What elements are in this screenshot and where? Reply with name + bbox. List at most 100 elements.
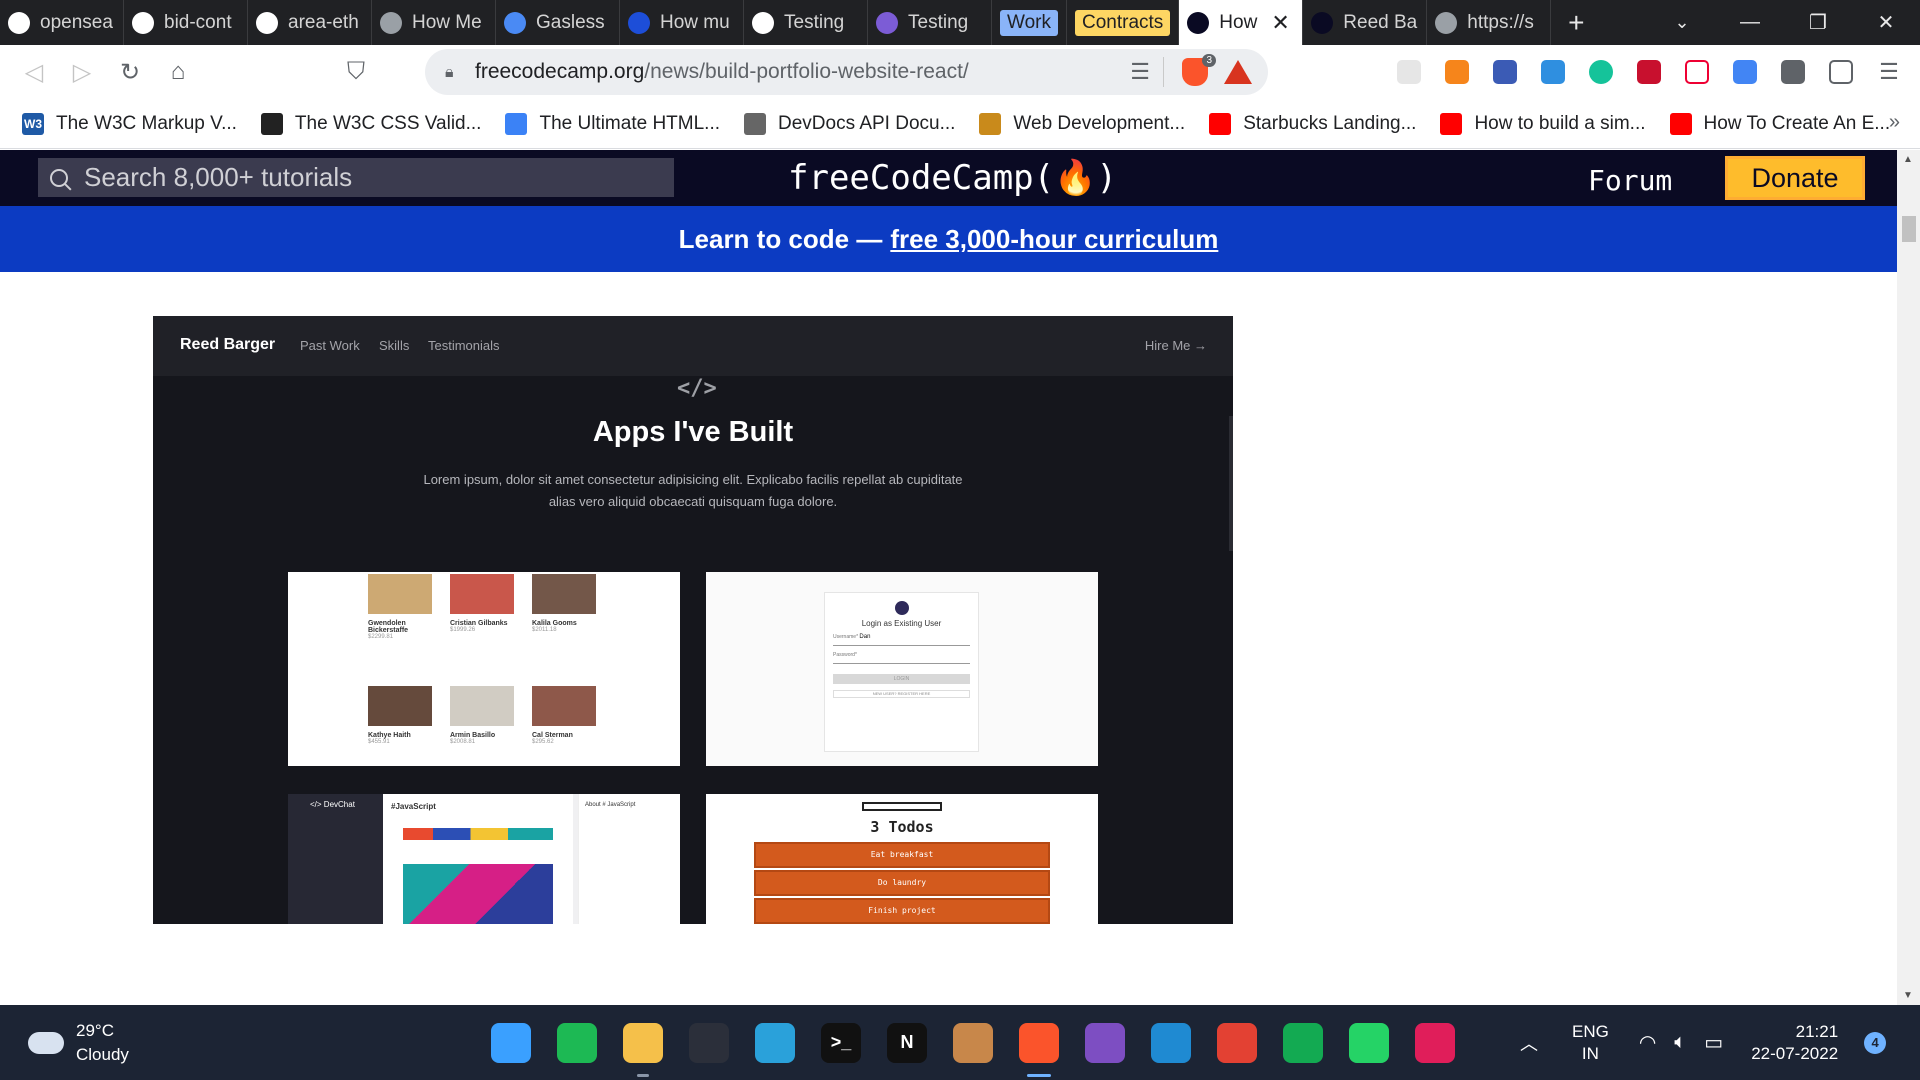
portfolio-nav-link: Skills [379, 338, 410, 353]
tab-label: https://s [1467, 11, 1534, 33]
system-tray: ︿ ENG IN ◠ 🔈︎ ▭ 21:21 22-07-2022 4 [1520, 1005, 1887, 1080]
vscode-icon[interactable] [1151, 1022, 1191, 1063]
active-tab[interactable]: How ✕ [1179, 0, 1304, 45]
search-input[interactable]: Search 8,000+ tutorials [38, 158, 674, 197]
lock-icon[interactable]: 🔒︎ [445, 64, 459, 81]
windows-taskbar: 29°C Cloudy >_ N ︿ ENG IN ◠ 🔈︎ ▭ 21:21 22… [0, 1005, 1920, 1080]
brave-shields-icon[interactable]: 3 [1182, 54, 1216, 86]
google-translate-icon[interactable] [1733, 60, 1757, 84]
extensions-puzzle-icon[interactable] [1781, 60, 1805, 84]
language-indicator[interactable]: ENG IN [1572, 1021, 1609, 1065]
battery-icon[interactable]: ▭ [1704, 1030, 1723, 1055]
brave-rewards-icon[interactable] [1224, 60, 1252, 84]
bookmark-item[interactable]: How to build a sim... [1440, 112, 1646, 135]
browser-tab[interactable]: Testing [868, 0, 992, 45]
browser-tab[interactable]: Testing [744, 0, 868, 45]
github-icon [8, 11, 30, 34]
metamask-icon[interactable] [1445, 60, 1469, 84]
bookmarks-overflow-icon[interactable]: » [1889, 111, 1900, 134]
extension-shield-icon[interactable] [1637, 60, 1661, 84]
brave-icon[interactable] [1019, 1022, 1059, 1077]
product-image [368, 574, 432, 614]
extension-cup-icon[interactable] [1685, 60, 1709, 84]
freecodecamp-icon [1187, 11, 1210, 34]
tab-group[interactable]: Work [992, 0, 1067, 45]
address-bar[interactable]: 🔒︎ freecodecamp.org/news/build-portfolio… [425, 49, 1268, 95]
forward-icon[interactable]: ▷ [58, 58, 106, 87]
bookmark-item[interactable]: The W3C CSS Valid... [260, 112, 481, 135]
login-title: Login as Existing User [861, 619, 942, 628]
youtube-icon [1440, 112, 1463, 135]
bookmark-item[interactable]: How To Create An E... [1669, 112, 1890, 135]
clock[interactable]: 21:21 22-07-2022 [1751, 1021, 1838, 1065]
curriculum-link[interactable]: free 3,000-hour curriculum [890, 224, 1218, 255]
app-card-devchat: </> DevChat #JavaScript About # JavaScri… [288, 794, 680, 924]
notification-badge[interactable]: 4 [1864, 1031, 1887, 1054]
shield-count-badge: 3 [1202, 54, 1216, 67]
bookmark-item[interactable]: DevDocs API Docu... [744, 112, 956, 135]
bookmark-item[interactable]: W3 The W3C Markup V... [22, 112, 237, 135]
browser-tab[interactable]: How Me [372, 0, 496, 45]
extension-pen-icon[interactable] [1541, 60, 1565, 84]
new-tab-icon[interactable]: + [1551, 7, 1601, 39]
forum-link[interactable]: Forum [1588, 164, 1672, 197]
tray-overflow-icon[interactable]: ︿ [1520, 1030, 1538, 1056]
scroll-down-icon[interactable]: ▼ [1903, 990, 1913, 1001]
browser-tab[interactable]: opensea [0, 0, 124, 45]
browser-tab[interactable]: Reed Ba [1303, 0, 1428, 45]
bookmark-item[interactable]: Web Development... [979, 112, 1185, 135]
restore-icon[interactable]: ❐ [1784, 10, 1852, 35]
netflix-icon[interactable]: N [887, 1022, 927, 1063]
minimize-icon[interactable]: — [1716, 11, 1784, 34]
extension-cursor-icon[interactable] [1493, 60, 1517, 84]
windows-start-icon[interactable] [491, 1022, 531, 1063]
close-tab-icon[interactable]: ✕ [1271, 10, 1289, 36]
donate-button[interactable]: Donate [1725, 156, 1865, 200]
volume-icon[interactable]: 🔈︎ [1674, 1031, 1686, 1054]
home-icon[interactable]: ⌂ [154, 58, 202, 86]
tab-search-icon[interactable]: ⌄ [1648, 12, 1716, 33]
spotify-icon[interactable] [557, 1022, 597, 1063]
speedometer-icon[interactable] [689, 1022, 729, 1063]
devchat-sidebar: </> DevChat [288, 794, 383, 924]
file-explorer-icon[interactable] [623, 1022, 663, 1077]
bookmarks-bar: W3 The W3C Markup V... The W3C CSS Valid..… [0, 99, 1920, 149]
reload-icon[interactable]: ↻ [106, 58, 154, 87]
browser-tab[interactable]: https://s [1427, 0, 1552, 45]
back-icon[interactable]: ◁ [10, 58, 58, 87]
bookmark-label: DevDocs API Docu... [778, 112, 956, 134]
whatsapp-icon[interactable] [1349, 1022, 1389, 1063]
browser-tab[interactable]: Gasless [496, 0, 620, 45]
bookmark-item[interactable]: The Ultimate HTML... [505, 112, 720, 135]
fcc-logo[interactable]: freeCodeCamp(🔥) [788, 158, 1117, 198]
close-window-icon[interactable]: ✕ [1852, 10, 1920, 35]
product-item: Cristian Gilbanks $1999.26 [450, 574, 524, 633]
scroll-thumb[interactable] [1902, 216, 1916, 242]
bookmark-item[interactable]: Starbucks Landing... [1209, 112, 1416, 135]
browser-tab[interactable]: bid-cont [124, 0, 248, 45]
tab-label: Testing [908, 11, 969, 33]
browser-menu-icon[interactable]: ☰ [1877, 60, 1901, 84]
chrome-icon[interactable] [1217, 1022, 1257, 1063]
reader-mode-icon[interactable]: ☰ [1130, 59, 1150, 85]
slack-icon[interactable] [1415, 1022, 1455, 1063]
page-scrollbar[interactable]: ▲ ▼ [1897, 150, 1920, 1005]
mongodb-compass-icon[interactable] [1283, 1022, 1323, 1063]
package-icon[interactable] [953, 1022, 993, 1063]
weather-widget[interactable]: 29°C Cloudy [28, 1019, 129, 1067]
bookmark-page-icon[interactable]: ⛉ [332, 58, 380, 86]
browser-toolbar: ◁ ▷ ↻ ⌂ ⛉ 🔒︎ freecodecamp.org/news/build… [0, 45, 1920, 99]
grammarly-icon[interactable] [1589, 60, 1613, 84]
browser-tab[interactable]: area-eth [248, 0, 372, 45]
terminal-icon[interactable]: >_ [821, 1022, 861, 1063]
wifi-icon[interactable]: ◠ [1639, 1030, 1656, 1055]
github-desktop-icon[interactable] [1085, 1022, 1125, 1063]
browser-tab[interactable]: How mu [620, 0, 744, 45]
telegram-icon[interactable] [755, 1022, 795, 1063]
tab-group[interactable]: Contracts [1067, 0, 1180, 45]
extension-grid-icon[interactable] [1397, 60, 1421, 84]
css-validator-icon [260, 112, 283, 135]
address-url[interactable]: freecodecamp.org/news/build-portfolio-we… [475, 60, 969, 84]
wallet-icon[interactable] [1829, 60, 1853, 84]
scroll-up-icon[interactable]: ▲ [1903, 154, 1913, 165]
